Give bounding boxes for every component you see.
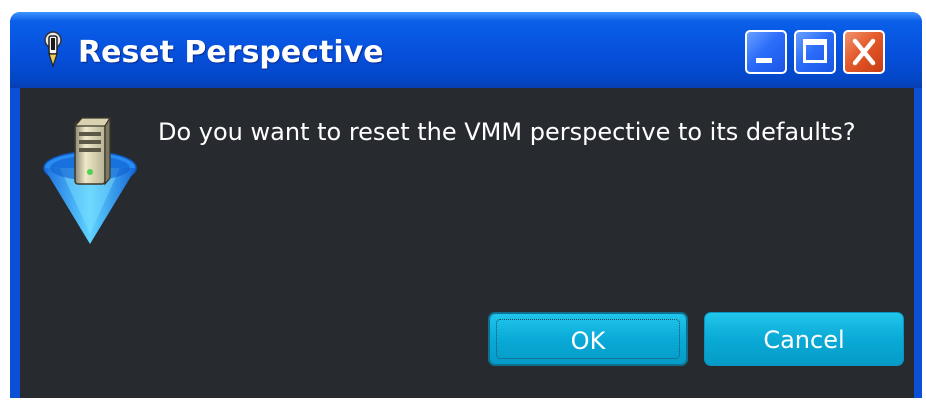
close-button[interactable] xyxy=(843,30,885,74)
maximize-icon xyxy=(803,39,827,63)
close-icon xyxy=(852,38,876,66)
dialog-title: Reset Perspective xyxy=(78,35,384,70)
cancel-button[interactable]: Cancel xyxy=(704,312,904,366)
dialog-message: Do you want to reset the VMM perspective… xyxy=(158,118,856,146)
ok-button-label: OK xyxy=(570,327,606,355)
dialog-body: Do you want to reset the VMM perspective… xyxy=(20,88,914,398)
maximize-button[interactable] xyxy=(794,30,836,74)
vmm-server-cone-icon xyxy=(43,116,137,244)
minimize-button[interactable] xyxy=(745,30,787,74)
app-pen-icon xyxy=(44,31,62,68)
title-bar[interactable]: Reset Perspective xyxy=(10,12,922,88)
minimize-icon xyxy=(756,58,772,63)
cancel-button-label: Cancel xyxy=(763,326,845,354)
reset-perspective-dialog: Reset Perspective Do you want to reset t… xyxy=(10,12,922,398)
ok-button[interactable]: OK xyxy=(488,312,688,366)
